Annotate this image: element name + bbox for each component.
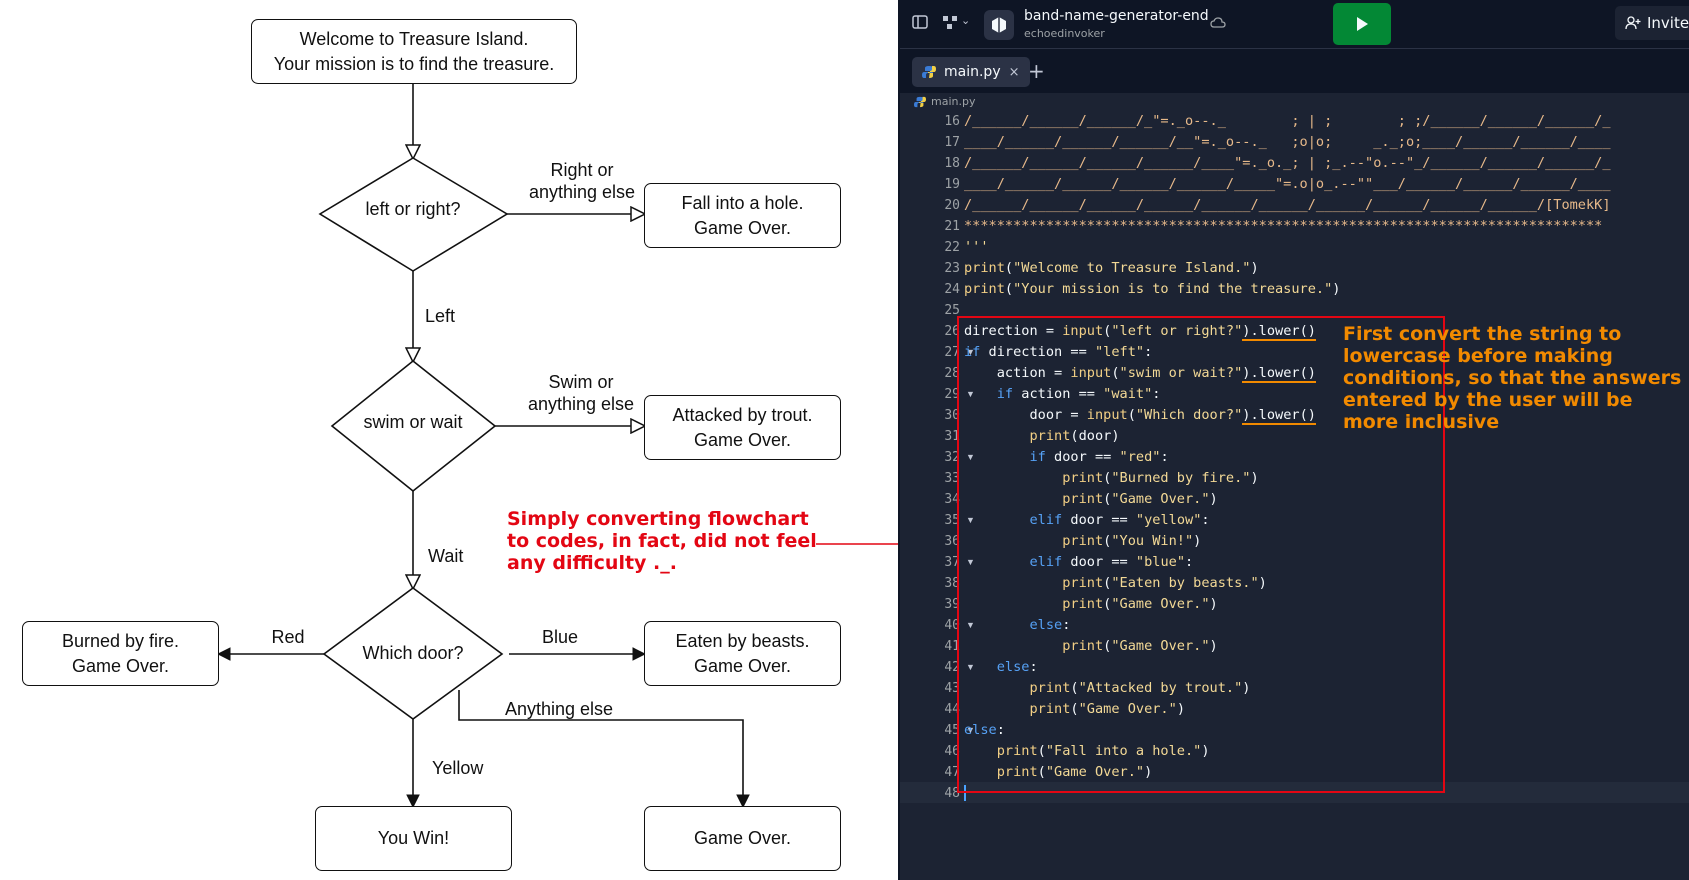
start-box: Welcome to Treasure Island. Your mission… <box>251 19 577 84</box>
breadcrumb[interactable]: main.py <box>914 95 975 108</box>
plus-icon[interactable]: + <box>1028 59 1045 83</box>
line-number: 25 <box>944 303 960 318</box>
edge-yellow-label: Yellow <box>432 758 484 778</box>
line-number: 18 <box>944 156 960 171</box>
line-number: 24 <box>944 282 960 297</box>
invite-button[interactable]: Invite <box>1615 6 1689 40</box>
decision1-label: left or right? <box>365 199 461 219</box>
end-gameover-box: Game Over. <box>644 806 841 871</box>
repl-logo-icon <box>984 10 1014 40</box>
line-number: 35 <box>944 513 960 528</box>
python-icon <box>922 66 936 78</box>
line-number: 23 <box>944 261 960 276</box>
tab-label: main.py <box>944 64 1001 80</box>
end-win-box: You Win! <box>315 806 512 871</box>
python-icon <box>914 96 926 107</box>
chevron-down-icon[interactable]: ⌄ <box>961 14 970 27</box>
edge-blue-label: Blue <box>541 627 579 647</box>
red-annotation: Simply converting flowchart to codes, in… <box>507 508 817 574</box>
line-number: 38 <box>944 576 960 591</box>
code-line: print("Your mission is to find the treas… <box>964 281 1341 297</box>
tab-main-py[interactable]: main.py × <box>912 57 1030 87</box>
code-line: ____/______/______/______/______/_____"=… <box>964 176 1611 192</box>
edge-red-label: Red <box>271 627 305 647</box>
code-line: ____/______/______/______/__"=._o--._ ;o… <box>964 134 1611 150</box>
invite-label: Invite <box>1647 14 1689 32</box>
replit-workspace: ⌄ band-name-generator-end echoedinvoker … <box>900 0 1689 880</box>
breadcrumb-label: main.py <box>931 95 976 108</box>
add-user-icon <box>1625 16 1641 30</box>
sidebar-toggle-icon[interactable] <box>911 13 929 35</box>
line-number: 22 <box>944 240 960 255</box>
line-number: 40 <box>944 618 960 633</box>
editor-tabbar: main.py × + <box>900 48 1689 93</box>
code-line: /______/______/______/______/____"=._o._… <box>964 155 1611 171</box>
end-trout-box: Attacked by trout. Game Over. <box>644 395 841 460</box>
code-line: ****************************************… <box>964 218 1603 234</box>
line-number: 47 <box>944 765 960 780</box>
line-number: 20 <box>944 198 960 213</box>
line-number: 21 <box>944 219 960 234</box>
line-number: 48 <box>944 786 960 801</box>
cloud-sync-icon <box>1210 15 1226 34</box>
line-number: 16 <box>944 114 960 129</box>
line-number: 36 <box>944 534 960 549</box>
edge-right-label: Right or anything else <box>528 160 636 202</box>
end-fire-box: Burned by fire. Game Over. <box>22 621 219 686</box>
code-line: /______/______/______/______/______/____… <box>964 197 1611 213</box>
line-number: 37 <box>944 555 960 570</box>
line-number: 42 <box>944 660 960 675</box>
flowchart: Welcome to Treasure Island. Your mission… <box>0 0 900 880</box>
git-branch-icon[interactable] <box>941 13 959 35</box>
line-number: 28 <box>944 366 960 381</box>
line-number: 17 <box>944 135 960 150</box>
line-number: 43 <box>944 681 960 696</box>
line-number: 41 <box>944 639 960 654</box>
line-number: 29 <box>944 387 960 402</box>
code-line: /______/______/______/_"=._o--._ ; | ; ;… <box>964 113 1611 129</box>
line-number: 45 <box>944 723 960 738</box>
repl-owner[interactable]: echoedinvoker <box>1024 27 1105 40</box>
line-number: 32 <box>944 450 960 465</box>
decision3-label: Which door? <box>362 643 464 663</box>
line-number: 30 <box>944 408 960 423</box>
line-number: 31 <box>944 429 960 444</box>
close-icon[interactable]: × <box>1009 65 1020 80</box>
repl-name[interactable]: band-name-generator-end <box>1024 8 1209 24</box>
line-number: 26 <box>944 324 960 339</box>
end-beasts-box: Eaten by beasts. Game Over. <box>644 621 841 686</box>
play-icon <box>1357 17 1368 31</box>
line-number: 46 <box>944 744 960 759</box>
orange-annotation: First convert the string to lowercase be… <box>1343 323 1682 433</box>
edge-left-label: Left <box>425 306 456 326</box>
edge-anything-label: Anything else <box>505 699 614 719</box>
line-number: 39 <box>944 597 960 612</box>
decision2-label: swim or wait <box>363 412 463 432</box>
line-number: 27 <box>944 345 960 360</box>
workspace-header: ⌄ band-name-generator-end echoedinvoker … <box>900 0 1689 48</box>
code-line: ''' <box>964 239 989 255</box>
line-number: 33 <box>944 471 960 486</box>
end-hole-box: Fall into a hole. Game Over. <box>644 183 841 248</box>
code-line: print("Welcome to Treasure Island.") <box>964 260 1259 276</box>
line-number: 34 <box>944 492 960 507</box>
edge-swim-label: Swim or anything else <box>527 372 635 414</box>
edge-wait-label: Wait <box>428 546 464 566</box>
run-button[interactable] <box>1333 3 1391 45</box>
line-number: 44 <box>944 702 960 717</box>
line-number: 19 <box>944 177 960 192</box>
